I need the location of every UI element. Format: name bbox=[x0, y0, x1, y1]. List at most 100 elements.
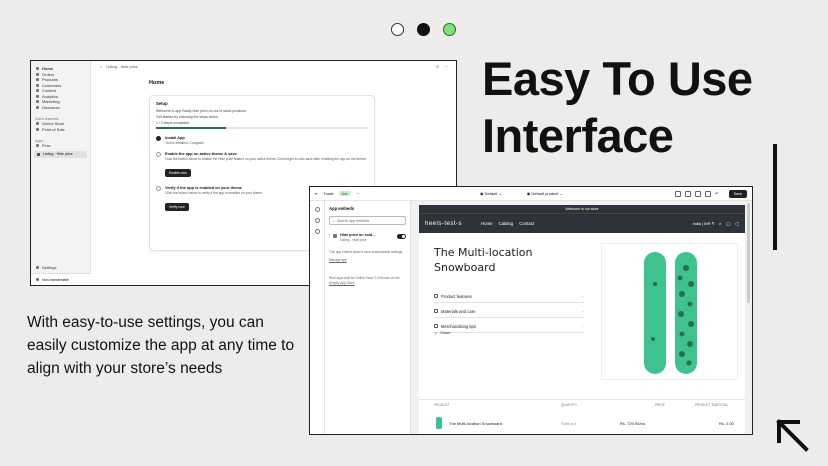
sidebar-app-item[interactable]: Listing - Hide price bbox=[34, 150, 87, 158]
circle-icon[interactable] bbox=[156, 152, 161, 157]
col-quantity: QUANTITY bbox=[561, 402, 578, 407]
breadcrumb[interactable]: Listing - Hide price bbox=[106, 65, 137, 69]
row-subtotal: Rs. 0.00 bbox=[719, 420, 734, 426]
inspector-icon[interactable] bbox=[705, 190, 712, 197]
accordion-product-features[interactable]: Product features ⌄ bbox=[434, 290, 584, 303]
non-transferable-label: Non-transferable bbox=[42, 277, 69, 282]
more-icon[interactable]: ⋯ bbox=[444, 64, 448, 69]
setup-step-desc: Click the button below to verify if the … bbox=[165, 191, 264, 195]
sections-icon[interactable] bbox=[314, 207, 320, 212]
template-select[interactable]: ◉ Default product ⌄ bbox=[527, 191, 563, 196]
store-nav-contact[interactable]: Contact bbox=[519, 221, 534, 226]
fullscreen-icon[interactable] bbox=[695, 190, 702, 197]
headline-line-2: Interface bbox=[482, 109, 674, 162]
undo-icon[interactable]: ↶ bbox=[715, 191, 718, 196]
admin-sidebar: Home Orders Products Customers Content Analyt… bbox=[31, 61, 91, 285]
app-embeds-panel: App embeds ⌕ Search app embeds › Hide pr… bbox=[325, 201, 411, 434]
store-logo[interactable]: heels-test-s bbox=[425, 221, 462, 227]
verify-now-button[interactable]: Verify now bbox=[165, 203, 189, 211]
pin-icon[interactable]: ⊙ bbox=[436, 64, 439, 69]
sidebar-item-label: Content bbox=[42, 88, 57, 94]
sidebar-item-settings[interactable]: Settings bbox=[31, 265, 56, 271]
vertical-bar bbox=[773, 144, 777, 250]
sidebar-item-discounts[interactable]: Discounts bbox=[31, 105, 90, 111]
footer-note-text: Rest apps built for Online Store 2.0 the… bbox=[329, 276, 400, 280]
search-input[interactable]: ⌕ Search app embeds bbox=[329, 216, 406, 225]
account-icon[interactable]: ◯ bbox=[726, 221, 730, 226]
sidebar-item-point-of-sale[interactable]: Point of Sale bbox=[31, 127, 90, 133]
app-embed-item[interactable]: › Hide price on sold... Listing - Hide p… bbox=[329, 233, 406, 242]
setup-subtitle: Get started by following the steps below… bbox=[156, 115, 219, 119]
breadcrumb-icon: ⌂ bbox=[100, 64, 103, 69]
setup-step-body: Enable the app on active theme & save Cli… bbox=[165, 151, 367, 179]
app-store-link[interactable]: Shopify App Store bbox=[329, 281, 355, 285]
setup-step-title: Enable the app on active theme & save bbox=[165, 151, 237, 156]
sidebar-item-flow[interactable]: Flow bbox=[31, 143, 90, 149]
col-product: PRODUCT bbox=[434, 402, 450, 407]
accordion-merchandising-tips[interactable]: Merchandising tips ⌄ bbox=[434, 320, 584, 333]
app-icon bbox=[37, 152, 40, 156]
mobile-view-icon[interactable] bbox=[685, 190, 692, 197]
home-icon bbox=[36, 67, 39, 71]
chevron-down-icon: ⌄ bbox=[581, 324, 584, 328]
carousel-dot-3[interactable] bbox=[443, 23, 456, 36]
sidebar-item-label: Customers bbox=[42, 82, 62, 88]
sidebar-item-label: Marketing bbox=[42, 99, 60, 105]
chevron-down-icon: ⌄ bbox=[581, 309, 584, 313]
store-header: heels-test-s Home Catalog Contact India | … bbox=[419, 213, 745, 233]
save-button[interactable]: Save bbox=[728, 189, 747, 198]
search-icon[interactable]: ⌕ bbox=[719, 222, 721, 226]
page-title: Home bbox=[149, 80, 165, 86]
setup-step-body: Verify if the app is enabled on your the… bbox=[165, 185, 263, 213]
chevron-down-icon: ⌄ bbox=[581, 294, 584, 298]
product-title-line-2: Snowboard bbox=[434, 261, 496, 274]
theme-select[interactable]: ◉ Default ⌄ bbox=[480, 191, 502, 196]
theme-label: Default bbox=[484, 191, 498, 196]
theme-settings-icon[interactable] bbox=[314, 218, 320, 223]
embed-subtitle: Listing - Hide price bbox=[340, 238, 367, 242]
setup-progress-bar bbox=[156, 127, 368, 129]
locale-select[interactable]: India | INR ₹ bbox=[693, 221, 714, 226]
setup-step-title: Verify if the app is enabled on your the… bbox=[165, 185, 242, 190]
accordion-materials-and-care[interactable]: Materials and care ⌄ bbox=[434, 305, 584, 318]
desktop-view-icon[interactable] bbox=[675, 190, 682, 197]
accordion-label: Materials and care bbox=[441, 308, 476, 314]
embed-toggle[interactable] bbox=[397, 234, 406, 239]
content-icon bbox=[36, 89, 39, 93]
setup-step-title: Install App bbox=[165, 135, 185, 140]
cart-icon[interactable]: ▢ bbox=[735, 221, 739, 226]
row-product[interactable]: The Multi-location Snowboard bbox=[449, 421, 502, 426]
store-nav-home[interactable]: Home bbox=[481, 221, 492, 226]
check-circle-icon[interactable] bbox=[156, 136, 161, 141]
app-embeds-icon[interactable] bbox=[314, 229, 320, 234]
product-thumbnail bbox=[436, 417, 442, 429]
row-quantity: Sold out bbox=[561, 420, 576, 426]
more-icon[interactable]: ⋯ bbox=[356, 191, 360, 196]
admin-topbar: ⌂ Listing - Hide price ⊙ ⋯ bbox=[92, 61, 456, 72]
product-image bbox=[601, 243, 738, 380]
scrollbar[interactable] bbox=[747, 203, 750, 303]
enable-now-button[interactable]: Enable now bbox=[165, 169, 191, 177]
editor-screenshot: ⇤ Trade Live ⋯ ◉ Default ⌄ ◉ Default pro… bbox=[309, 186, 753, 435]
manage-app-link[interactable]: Manage app bbox=[329, 258, 406, 263]
circle-icon[interactable] bbox=[156, 186, 161, 191]
store-nav-catalog[interactable]: Catalog bbox=[498, 221, 513, 226]
carousel-dot-1[interactable] bbox=[391, 23, 404, 36]
store-preview: Welcome to our store heels-test-s Home Ca… bbox=[411, 201, 752, 434]
accordion-icon bbox=[434, 309, 438, 313]
discounts-icon bbox=[36, 105, 39, 109]
announcement-bar: Welcome to our store bbox=[419, 205, 745, 213]
product-title-line-1: The Multi-location bbox=[434, 246, 533, 259]
sidebar-item-label: Point of Sale bbox=[42, 126, 65, 132]
setup-progress-fill bbox=[156, 127, 226, 129]
analytics-icon bbox=[36, 94, 39, 98]
carousel-dot-2[interactable] bbox=[417, 23, 430, 36]
col-price: PRICE bbox=[655, 402, 665, 407]
non-transferable-item[interactable]: Non-transferable bbox=[31, 273, 91, 285]
store-name: Trade bbox=[323, 191, 334, 196]
setup-step-desc: You've installed, Congrats! bbox=[165, 141, 204, 145]
channel-icon bbox=[36, 127, 39, 131]
share-button[interactable]: ⇪ Share bbox=[434, 331, 450, 336]
exit-icon[interactable]: ⇤ bbox=[315, 191, 318, 196]
row-price: Rs. 729.95/ea bbox=[620, 420, 645, 426]
